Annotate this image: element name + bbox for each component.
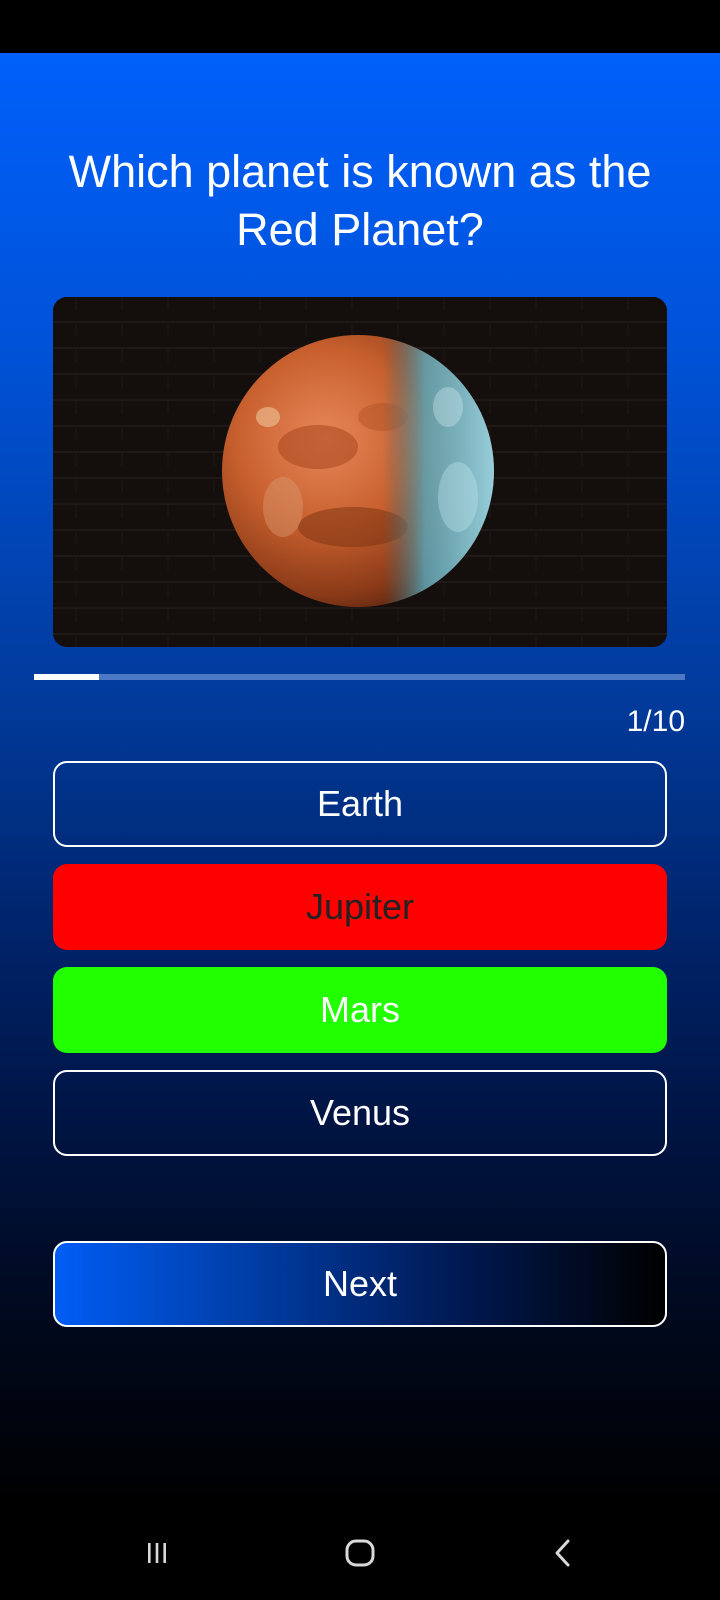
navigation-bar [0,1505,720,1600]
home-icon[interactable] [320,1525,400,1581]
next-button[interactable]: Next [53,1241,667,1327]
status-bar [0,0,720,53]
planet-illustration [53,297,667,647]
answer-option-jupiter[interactable]: Jupiter [53,864,667,950]
question-text: Which planet is known as the Red Planet? [68,146,652,255]
answer-option-mars[interactable]: Mars [53,967,667,1053]
quiz-screen: Which planet is known as the Red Planet? [0,53,720,1505]
progress-bar [34,674,685,680]
question-counter: 1/10 [626,705,685,738]
back-icon[interactable] [524,1525,604,1581]
planet-image [53,297,667,647]
answer-option-earth[interactable]: Earth [53,761,667,847]
answer-option-venus[interactable]: Venus [53,1070,667,1156]
progress-fill [34,674,100,680]
recent-apps-icon[interactable] [117,1525,197,1581]
